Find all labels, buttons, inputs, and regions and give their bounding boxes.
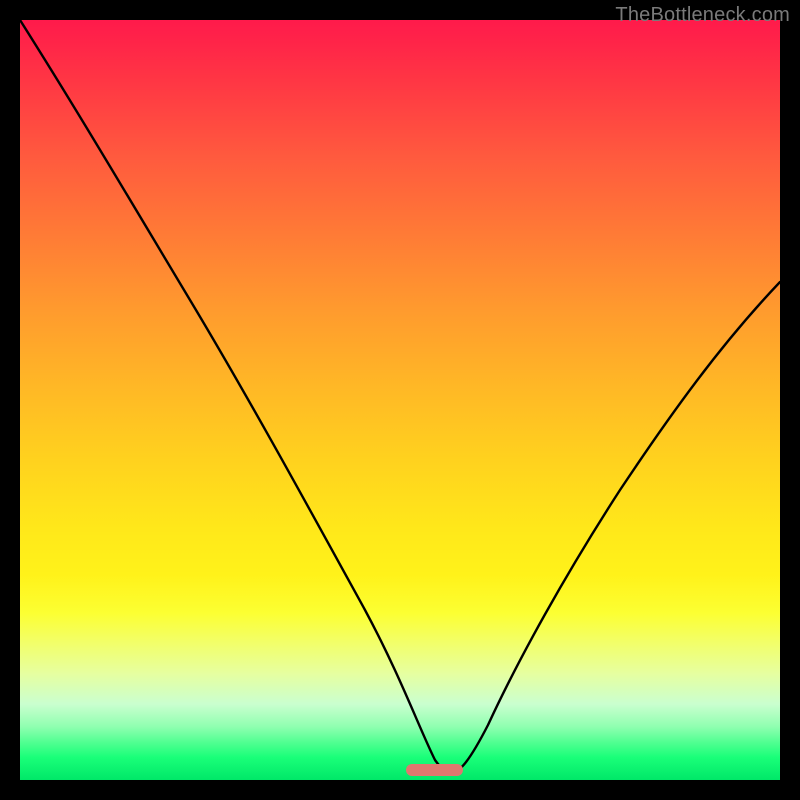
bottleneck-curve [20,20,780,780]
optimum-marker [406,764,463,776]
chart-frame: TheBottleneck.com [0,0,800,800]
plot-area [20,20,780,780]
curve-path [20,20,780,773]
watermark-text: TheBottleneck.com [615,4,790,27]
